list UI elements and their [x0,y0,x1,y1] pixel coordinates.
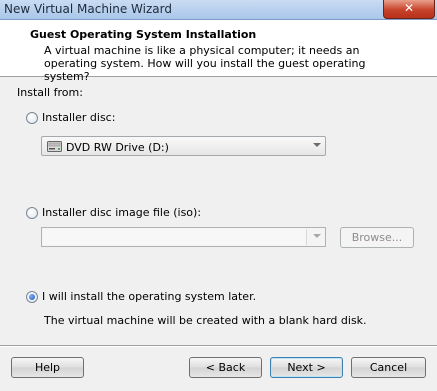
help-button[interactable]: Help [11,357,84,378]
wizard-header: Guest Operating System Installation A vi… [0,20,437,83]
close-icon: ✕ [403,1,415,15]
next-button[interactable]: Next > [270,357,343,378]
iso-path-select[interactable] [41,227,326,247]
back-button[interactable]: < Back [189,357,262,378]
disc-drive-value: DVD RW Drive (D:) [66,141,169,154]
install-later-label[interactable]: I will install the operating system late… [42,290,256,303]
footer-divider [0,345,437,347]
iso-path-field [43,229,307,245]
chevron-down-icon [313,234,321,238]
title-bar: New Virtual Machine Wizard ✕ [0,0,437,20]
dvd-drive-icon [47,141,62,152]
disc-drive-select[interactable]: DVD RW Drive (D:) [41,136,326,156]
install-later-description: The virtual machine will be created with… [44,314,367,327]
window-title: New Virtual Machine Wizard [4,2,172,16]
page-description: A virtual machine is like a physical com… [44,44,366,83]
close-button[interactable]: ✕ [383,0,435,19]
iso-image-label[interactable]: Installer disc image file (iso): [42,206,201,219]
iso-image-radio[interactable] [26,207,38,219]
page-title: Guest Operating System Installation [30,28,257,41]
install-from-label: Install from: [17,86,83,99]
install-later-radio[interactable] [26,291,38,303]
browse-button[interactable]: Browse... [340,227,414,248]
installer-disc-label[interactable]: Installer disc: [42,111,115,124]
cancel-button[interactable]: Cancel [351,357,426,378]
chevron-down-icon [313,143,321,147]
installer-disc-radio[interactable] [26,112,38,124]
